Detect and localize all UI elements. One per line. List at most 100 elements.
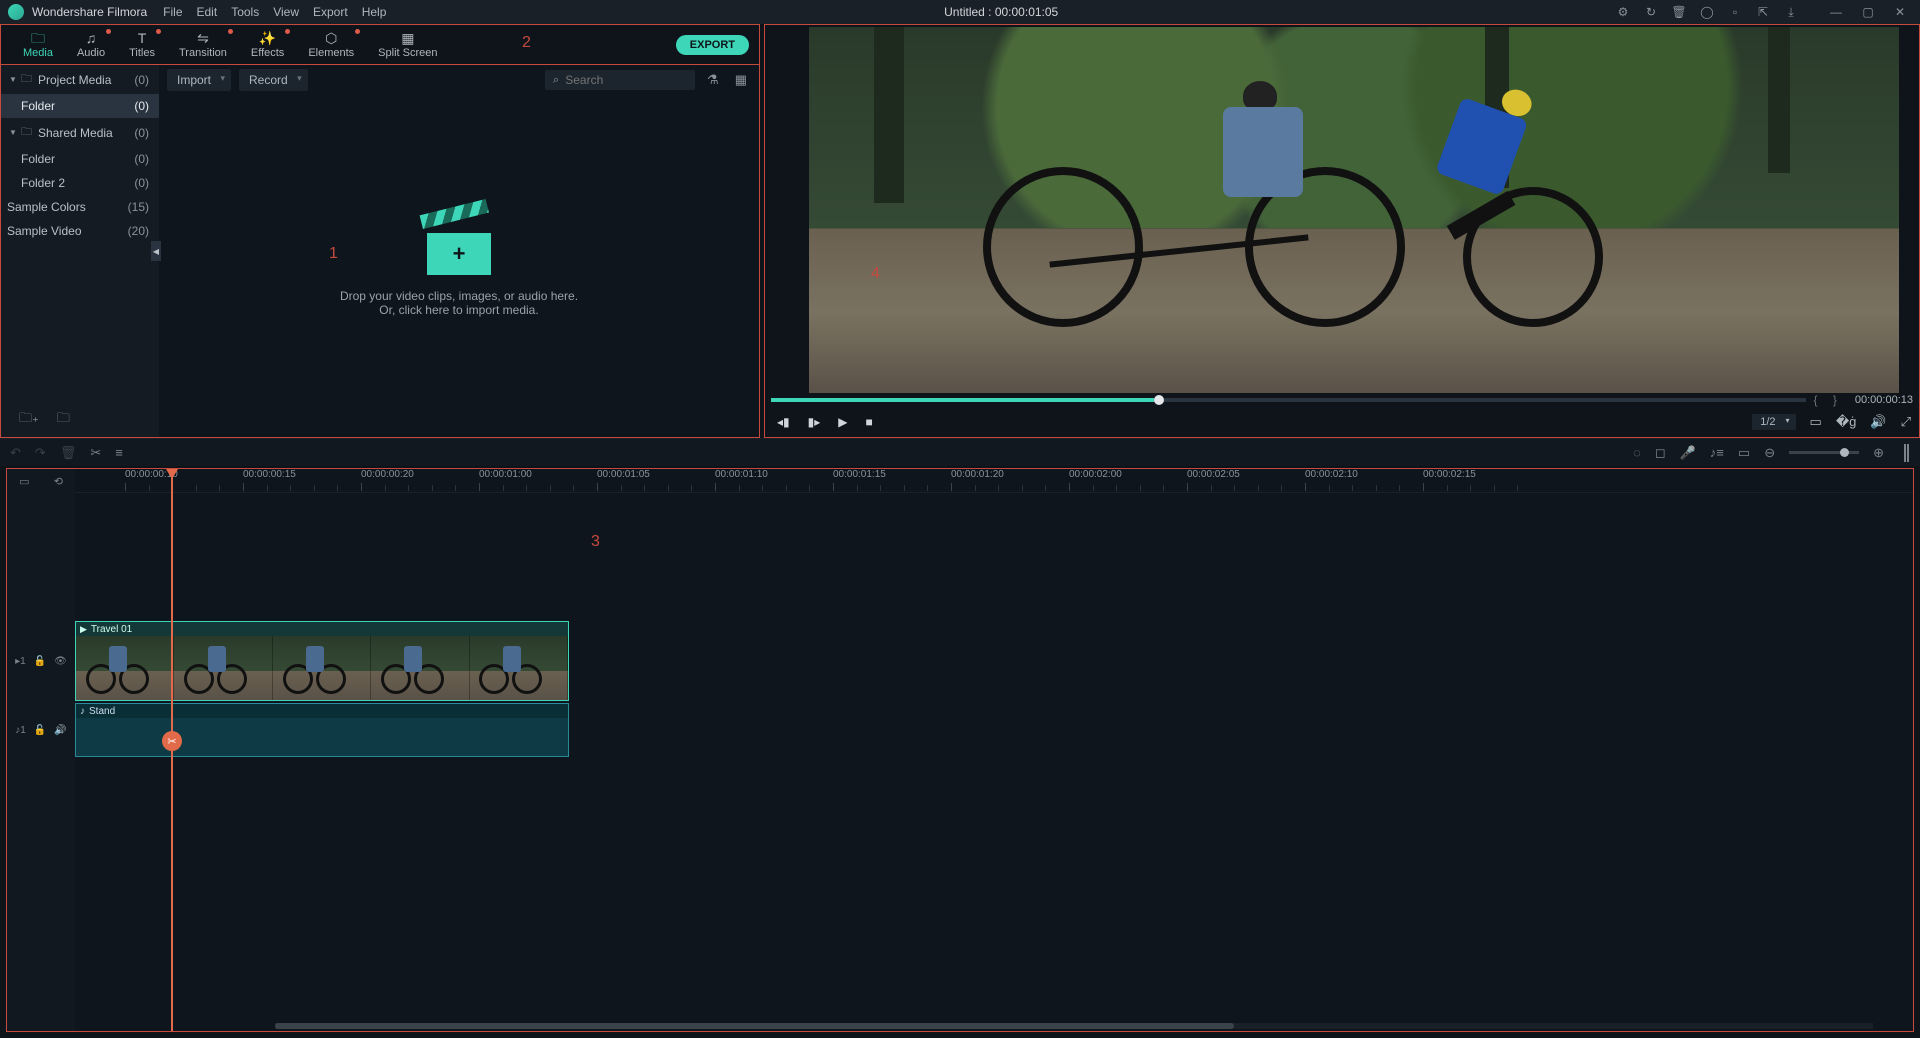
menu-file[interactable]: File [163, 5, 182, 19]
drop-hint-line1: Drop your video clips, images, or audio … [340, 289, 578, 303]
delete-folder-icon[interactable]: 🗀 [57, 409, 70, 431]
track-visibility-icon[interactable]: 👁 [54, 656, 67, 667]
tab-media[interactable]: 🗀 Media [11, 29, 65, 61]
new-folder-icon[interactable]: 🗀₊ [19, 409, 39, 431]
account-icon[interactable]: ◯ [1700, 5, 1714, 19]
marker-icon[interactable]: ◻ [1655, 445, 1666, 461]
timeline-options-icon[interactable]: ▭ [19, 475, 29, 488]
sidebar-item-sample-colors[interactable]: Sample Colors (15) [1, 195, 159, 219]
fullscreen-icon[interactable]: ⤢ [1901, 414, 1911, 430]
titlebar: Wondershare Filmora File Edit Tools View… [0, 0, 1920, 24]
zoom-ratio-dropdown[interactable]: 1/2 [1752, 414, 1795, 430]
zoom-to-fit-icon[interactable] [1904, 444, 1910, 462]
tab-transition[interactable]: ⇋ Transition [167, 29, 239, 61]
zoom-slider[interactable] [1789, 451, 1859, 454]
sidebar-item-sample-video[interactable]: Sample Video (20) [1, 219, 159, 243]
search-input[interactable] [565, 73, 687, 87]
tab-audio[interactable]: ♫ Audio [65, 29, 117, 61]
audio-mixer-icon[interactable]: ♪≡ [1710, 445, 1724, 460]
import-dropdown[interactable]: Import [167, 69, 231, 91]
redo-icon[interactable]: ↷ [35, 445, 46, 461]
menu-edit[interactable]: Edit [197, 5, 218, 19]
crop-icon[interactable]: ▭ [1738, 445, 1750, 461]
timeline-toolbar: ↶ ↷ 🗑 ✂ ≡ ◌ ◻ 🎤 ♪≡ ▭ ⊖ ⊕ [0, 438, 1920, 466]
sidebar-count: (0) [134, 176, 149, 190]
ruler-tick: 00:00:01:05 [597, 469, 650, 480]
trash-icon[interactable]: 🗑 [1672, 5, 1686, 19]
undo-icon[interactable]: ↶ [10, 445, 21, 461]
sidebar-label: Folder [21, 99, 134, 113]
delete-icon[interactable]: 🗑 [60, 445, 77, 461]
timeline-link-icon[interactable]: ⟲ [54, 475, 63, 488]
menu-tools[interactable]: Tools [231, 5, 259, 19]
sidebar-item-shared-media[interactable]: ▼ 🗀 Shared Media (0) [1, 118, 159, 147]
filter-icon[interactable]: ⚗ [703, 72, 723, 88]
grid-view-icon[interactable]: ▦ [731, 72, 751, 88]
window-close-button[interactable]: ✕ [1888, 4, 1912, 20]
voiceover-icon[interactable]: 🎤 [1680, 445, 1696, 461]
volume-icon[interactable]: 🔊 [1870, 414, 1886, 430]
split-scissors-icon[interactable]: ✂ [90, 445, 101, 461]
timeline-body[interactable]: 00:00:00:1000:00:00:1500:00:00:2000:00:0… [75, 469, 1913, 1031]
menu-view[interactable]: View [273, 5, 299, 19]
window-maximize-button[interactable]: ▢ [1856, 4, 1880, 20]
video-track[interactable]: ▸1 🔓 👁 ▶ Travel 01 [75, 621, 1913, 701]
marker-brackets: { } [1814, 393, 1843, 407]
chevron-down-icon: ▼ [9, 75, 19, 84]
audio-track[interactable]: ♪1 🔓 🔊 ♪ Stand [75, 703, 1913, 757]
track-lock-icon[interactable]: 🔓 [34, 725, 46, 736]
sidebar-item-folder-2[interactable]: Folder 2 (0) [1, 171, 159, 195]
video-clip[interactable]: ▶ Travel 01 [75, 621, 569, 701]
preview-video[interactable] [809, 27, 1899, 393]
download-icon[interactable]: ⤓ [1784, 5, 1798, 19]
timeline-ruler[interactable]: 00:00:00:1000:00:00:1500:00:00:2000:00:0… [75, 469, 1913, 493]
zoom-out-icon[interactable]: ⊖ [1764, 445, 1775, 461]
sidebar-count: (15) [128, 200, 149, 214]
timeline-horizontal-scrollbar[interactable] [275, 1023, 1873, 1029]
track-type-audio-icon: ♪1 [15, 725, 26, 736]
record-dropdown[interactable]: Record [239, 69, 308, 91]
audio-clip[interactable]: ♪ Stand [75, 703, 569, 757]
track-lock-icon[interactable]: 🔓 [34, 656, 46, 667]
export-button[interactable]: EXPORT [676, 35, 749, 55]
clip-audio-icon: ♪ [80, 706, 85, 717]
next-frame-button[interactable]: ▮▸ [808, 415, 821, 429]
preview-progress-bar[interactable] [771, 398, 1806, 402]
tab-elements[interactable]: ⬡ Elements [296, 29, 366, 61]
tab-transition-label: Transition [179, 47, 227, 59]
refresh-icon[interactable]: ↻ [1644, 5, 1658, 19]
ruler-tick: 00:00:02:10 [1305, 469, 1358, 480]
titlebar-right-icons: ⚙ ↻ 🗑 ◯ ▫ ⇱ ⤓ — ▢ ✕ [1616, 4, 1912, 20]
menu-help[interactable]: Help [362, 5, 387, 19]
tab-split-screen[interactable]: ▦ Split Screen [366, 29, 449, 61]
ruler-tick: 00:00:00:20 [361, 469, 414, 480]
track-mute-icon[interactable]: 🔊 [54, 725, 66, 736]
sidebar-item-folder[interactable]: Folder (0) [1, 94, 159, 118]
sidebar-item-project-media[interactable]: ▼ 🗀 Project Media (0) [1, 65, 159, 94]
zoom-in-icon[interactable]: ⊕ [1873, 445, 1884, 461]
ruler-tick: 00:00:01:10 [715, 469, 768, 480]
media-drop-zone[interactable]: 1 Drop your video clips, images, or audi… [159, 95, 759, 437]
media-search[interactable]: ⌕ [545, 70, 695, 90]
snapshot-icon[interactable]: �ġ [1836, 414, 1857, 430]
playback-quality-icon[interactable]: ▭ [1810, 414, 1822, 430]
save-icon[interactable]: ▫ [1728, 5, 1742, 19]
sidebar-item-folder[interactable]: Folder (0) [1, 147, 159, 171]
prev-frame-button[interactable]: ◂▮ [777, 415, 790, 429]
playhead-scissors-icon[interactable]: ✂ [162, 731, 182, 751]
settings-gear-icon[interactable]: ⚙ [1616, 5, 1630, 19]
share-icon[interactable]: ⇱ [1756, 5, 1770, 19]
timeline-playhead[interactable]: ✂ [171, 469, 173, 1031]
tab-titles[interactable]: T Titles [117, 29, 167, 61]
render-preview-icon[interactable]: ◌ [1633, 445, 1641, 460]
tab-effects[interactable]: ✨ Effects [239, 29, 296, 61]
window-minimize-button[interactable]: — [1824, 4, 1848, 20]
media-toolbar: Import Record ⌕ ⚗ ▦ [159, 65, 759, 95]
edit-tools-icon[interactable]: ≡ [115, 445, 123, 460]
preview-timecode: 00:00:00:13 [1855, 394, 1913, 406]
search-icon: ⌕ [553, 74, 559, 87]
ruler-tick: 00:00:02:00 [1069, 469, 1122, 480]
menu-export[interactable]: Export [313, 5, 348, 19]
play-button[interactable]: ▶ [838, 415, 847, 429]
stop-button[interactable]: ■ [866, 415, 873, 429]
